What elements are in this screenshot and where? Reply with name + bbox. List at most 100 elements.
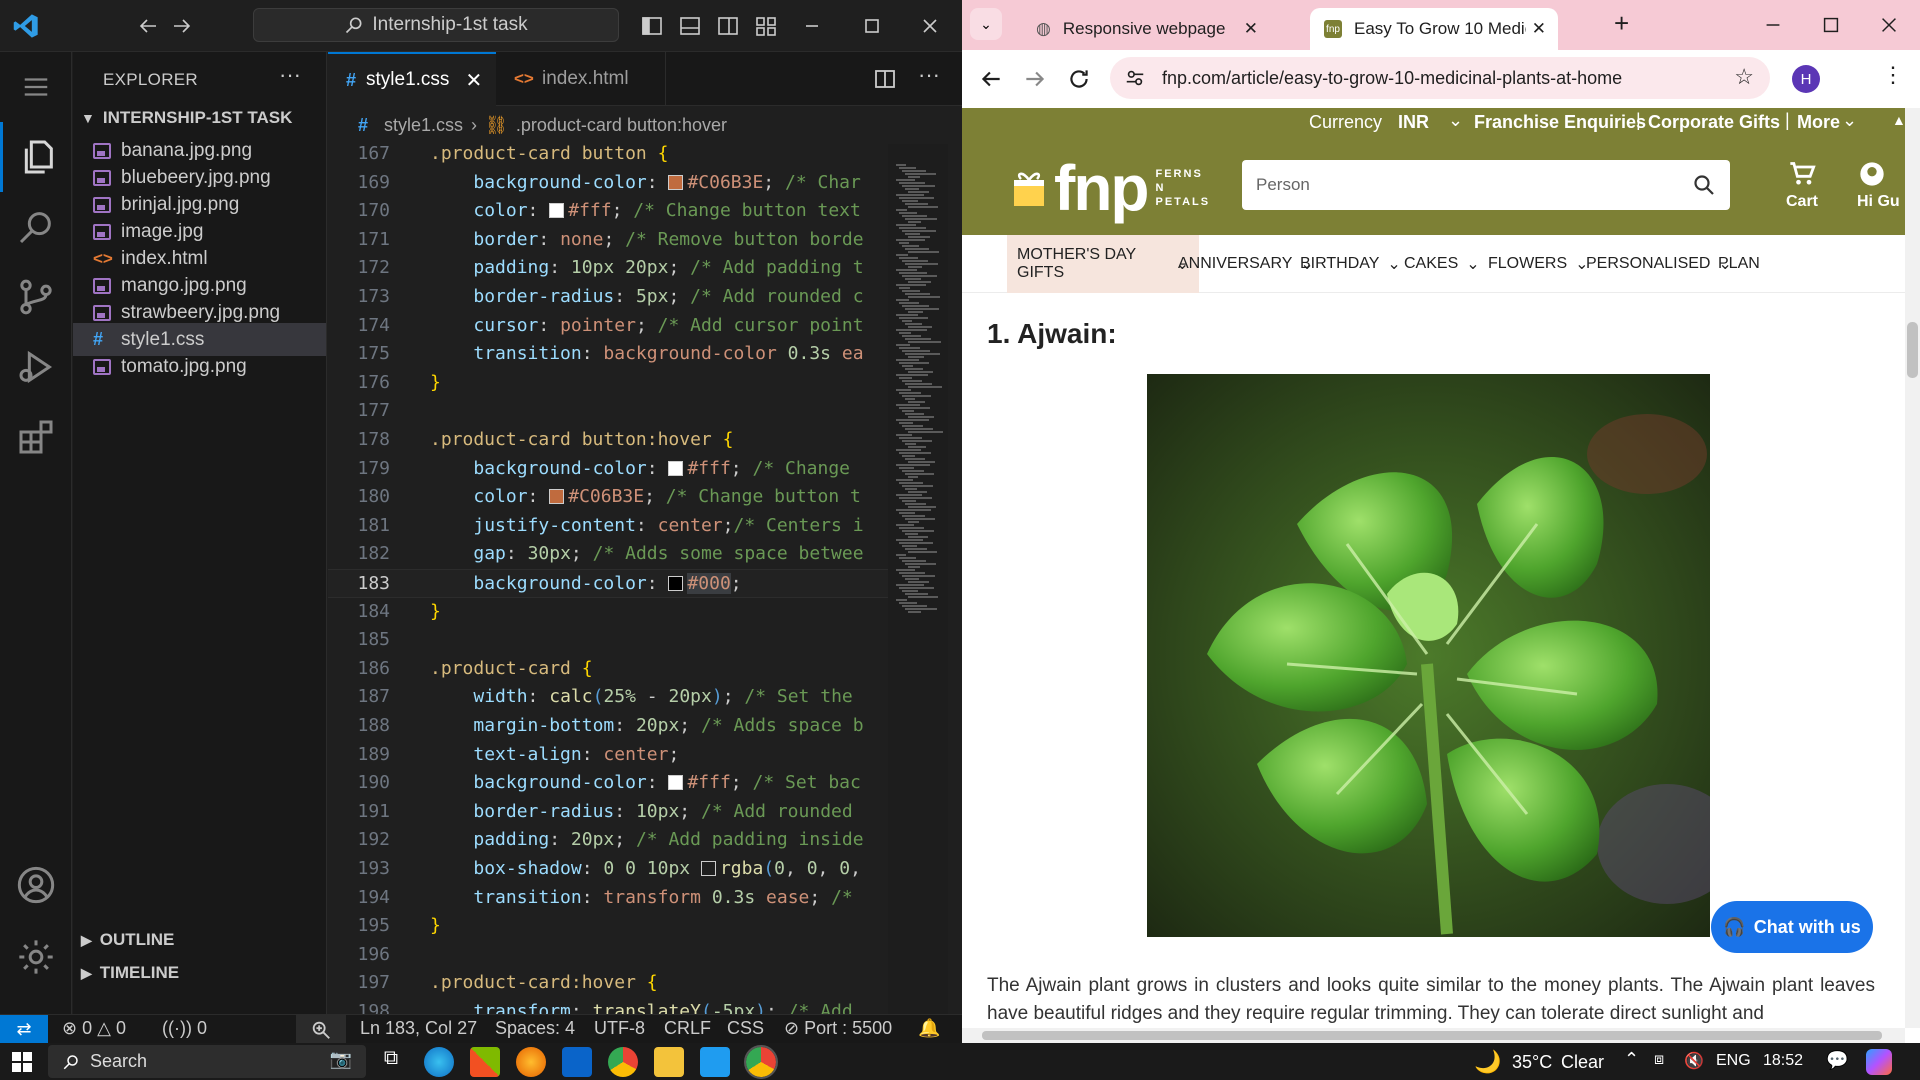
code-line[interactable]: 197 .product-card:hover { bbox=[328, 969, 888, 998]
code-line[interactable]: 184} bbox=[328, 598, 888, 627]
account-button[interactable]: Hi Gu bbox=[1857, 160, 1905, 211]
more-menu[interactable]: More bbox=[1797, 112, 1840, 133]
corporate-gifts-link[interactable]: Corporate Gifts bbox=[1648, 112, 1780, 133]
minimap[interactable] bbox=[888, 144, 948, 1014]
live-server-port[interactable]: ⊘ Port : 5500 bbox=[784, 1018, 892, 1039]
maximize-icon[interactable] bbox=[1820, 14, 1842, 36]
clock[interactable]: 18:52 bbox=[1763, 1052, 1803, 1070]
firefox-icon[interactable] bbox=[516, 1047, 546, 1077]
explorer-view-button[interactable] bbox=[0, 122, 72, 192]
indentation[interactable]: Spaces: 4 bbox=[495, 1018, 575, 1039]
timeline-section[interactable]: ▶ TIMELINE bbox=[81, 963, 179, 983]
code-editor[interactable]: 167 .product-card button {169 background-… bbox=[328, 140, 888, 1015]
editor-more-actions[interactable]: ··· bbox=[918, 62, 940, 88]
editor-scrollbar[interactable] bbox=[950, 144, 962, 1014]
search-icon[interactable] bbox=[1692, 173, 1716, 197]
cart-button[interactable]: Cart bbox=[1764, 160, 1840, 211]
code-line[interactable]: 195} bbox=[328, 912, 888, 941]
zoom-button[interactable] bbox=[296, 1015, 346, 1043]
code-line[interactable]: 180 color: #C06B3E; /* Change button t bbox=[328, 483, 888, 512]
code-line[interactable]: 167 .product-card button { bbox=[328, 140, 888, 169]
code-line[interactable]: 174 cursor: pointer; /* Add cursor point bbox=[328, 312, 888, 341]
manage-button[interactable] bbox=[0, 922, 72, 992]
problems-indicator[interactable]: ⊗ 0 △ 0 bbox=[62, 1018, 126, 1039]
fnp-logo[interactable]: fnp FERNS N PETALS bbox=[1012, 156, 1208, 220]
chat-with-us-button[interactable]: 🎧 Chat with us bbox=[1711, 901, 1873, 953]
code-line[interactable]: 198 transform: translateY(-5px); /* Add bbox=[328, 998, 888, 1015]
code-line[interactable]: 173 border-radius: 5px; /* Add rounded c bbox=[328, 283, 888, 312]
mail-icon[interactable] bbox=[562, 1047, 592, 1077]
search-view-button[interactable] bbox=[0, 192, 72, 262]
browser-tab-responsive-webpage[interactable]: ◍ Responsive webpage ✕ bbox=[1022, 8, 1272, 50]
workspace-folder-header[interactable]: ▼ INTERNSHIP-1ST TASK bbox=[81, 108, 292, 128]
chrome-active-icon[interactable] bbox=[744, 1045, 778, 1079]
code-line[interactable]: 179 background-color: #fff; /* Change bbox=[328, 455, 888, 484]
back-arrow-icon[interactable] bbox=[978, 66, 1004, 92]
edge-icon[interactable] bbox=[424, 1047, 454, 1077]
code-line[interactable]: 185 bbox=[328, 626, 888, 655]
language-mode[interactable]: CSS bbox=[727, 1018, 764, 1039]
maximize-icon[interactable] bbox=[860, 14, 884, 38]
code-line[interactable]: 182 gap: 30px; /* Adds some space betwee bbox=[328, 540, 888, 569]
copilot-icon[interactable] bbox=[1866, 1049, 1892, 1075]
page-horizontal-scrollbar[interactable] bbox=[962, 1028, 1905, 1043]
network-icon[interactable]: ⧈ bbox=[1654, 1051, 1664, 1069]
store-icon[interactable] bbox=[470, 1047, 500, 1077]
scroll-up-arrow-icon[interactable]: ▲ bbox=[1892, 112, 1905, 128]
fnp-search-input[interactable]: Person bbox=[1242, 160, 1730, 210]
new-tab-button[interactable]: + bbox=[1614, 8, 1629, 39]
code-line[interactable]: 192 padding: 20px; /* Add padding inside bbox=[328, 826, 888, 855]
code-line[interactable]: 170 color: #fff; /* Change button text bbox=[328, 197, 888, 226]
ports-indicator[interactable]: ((·)) 0 bbox=[162, 1018, 207, 1039]
franchise-enquiries-link[interactable]: Franchise Enquiries bbox=[1474, 112, 1646, 133]
code-line[interactable]: 188 margin-bottom: 20px; /* Adds space b bbox=[328, 712, 888, 741]
bookmark-star-icon[interactable]: ☆ bbox=[1734, 64, 1754, 90]
code-line[interactable]: 178 .product-card button:hover { bbox=[328, 426, 888, 455]
vscode-taskbar-icon[interactable] bbox=[700, 1047, 730, 1077]
code-line[interactable]: 191 border-radius: 10px; /* Add rounded bbox=[328, 798, 888, 827]
language-indicator[interactable]: ENG bbox=[1716, 1052, 1751, 1070]
line-ending[interactable]: CRLF bbox=[664, 1018, 711, 1039]
forward-arrow-icon[interactable] bbox=[170, 14, 194, 38]
code-line[interactable]: 196 bbox=[328, 941, 888, 970]
code-line[interactable]: 171 border: none; /* Remove button borde bbox=[328, 226, 888, 255]
weather-temp[interactable]: 35°C bbox=[1512, 1052, 1552, 1073]
minimize-icon[interactable] bbox=[1762, 14, 1784, 36]
code-line[interactable]: 187 width: calc(25% - 20px); /* Set the bbox=[328, 683, 888, 712]
file-explorer-icon[interactable] bbox=[654, 1047, 684, 1077]
accounts-button[interactable] bbox=[0, 850, 72, 920]
code-line[interactable]: 190 background-color: #fff; /* Set bac bbox=[328, 769, 888, 798]
profile-avatar[interactable]: H bbox=[1792, 65, 1820, 93]
breadcrumb-file[interactable]: style1.css bbox=[384, 115, 463, 136]
scrollbar-thumb[interactable] bbox=[982, 1031, 1882, 1040]
windows-start-icon[interactable] bbox=[12, 1052, 32, 1072]
close-tab-icon[interactable]: ✕ bbox=[1532, 19, 1546, 39]
code-line[interactable]: 193 box-shadow: 0 0 10px rgba(0, 0, 0, bbox=[328, 855, 888, 884]
run-debug-view-button[interactable] bbox=[0, 332, 72, 402]
code-line[interactable]: 177 bbox=[328, 397, 888, 426]
chrome-menu-icon[interactable]: ⋮ bbox=[1882, 62, 1904, 88]
tab-search-button[interactable]: ⌄ bbox=[970, 8, 1002, 40]
code-line[interactable]: 175 transition: background-color 0.3s ea bbox=[328, 340, 888, 369]
reload-icon[interactable] bbox=[1066, 66, 1092, 92]
command-center-search[interactable]: Internship-1st task bbox=[253, 8, 619, 42]
chrome-icon[interactable] bbox=[608, 1047, 638, 1077]
extensions-view-button[interactable] bbox=[0, 402, 72, 472]
remote-indicator[interactable]: ⇄ bbox=[0, 1015, 48, 1043]
address-bar[interactable]: fnp.com/article/easy-to-grow-10-medicina… bbox=[1110, 57, 1770, 99]
cursor-position[interactable]: Ln 183, Col 27 bbox=[360, 1018, 477, 1039]
toggle-primary-sidebar-icon[interactable] bbox=[640, 14, 664, 38]
code-line[interactable]: 189 text-align: center; bbox=[328, 741, 888, 770]
minimize-icon[interactable] bbox=[800, 14, 824, 38]
page-scrollbar[interactable] bbox=[1905, 108, 1920, 1028]
explorer-more-actions[interactable]: ··· bbox=[279, 62, 301, 88]
notification-center-icon[interactable]: 💬 bbox=[1826, 1050, 1848, 1071]
tab-index-html[interactable]: <> index.html bbox=[496, 52, 666, 106]
currency-select[interactable]: INR bbox=[1398, 112, 1429, 133]
tab-style1-css[interactable]: # style1.css ✕ bbox=[328, 52, 496, 106]
outline-section[interactable]: ▶ OUTLINE bbox=[81, 930, 174, 950]
code-line[interactable]: 194 transition: transform 0.3s ease; /* bbox=[328, 884, 888, 913]
volume-mute-icon[interactable]: 🔇 bbox=[1684, 1051, 1704, 1071]
task-view-icon[interactable]: ⧉ bbox=[376, 1047, 406, 1077]
close-tab-icon[interactable]: ✕ bbox=[1244, 19, 1258, 39]
